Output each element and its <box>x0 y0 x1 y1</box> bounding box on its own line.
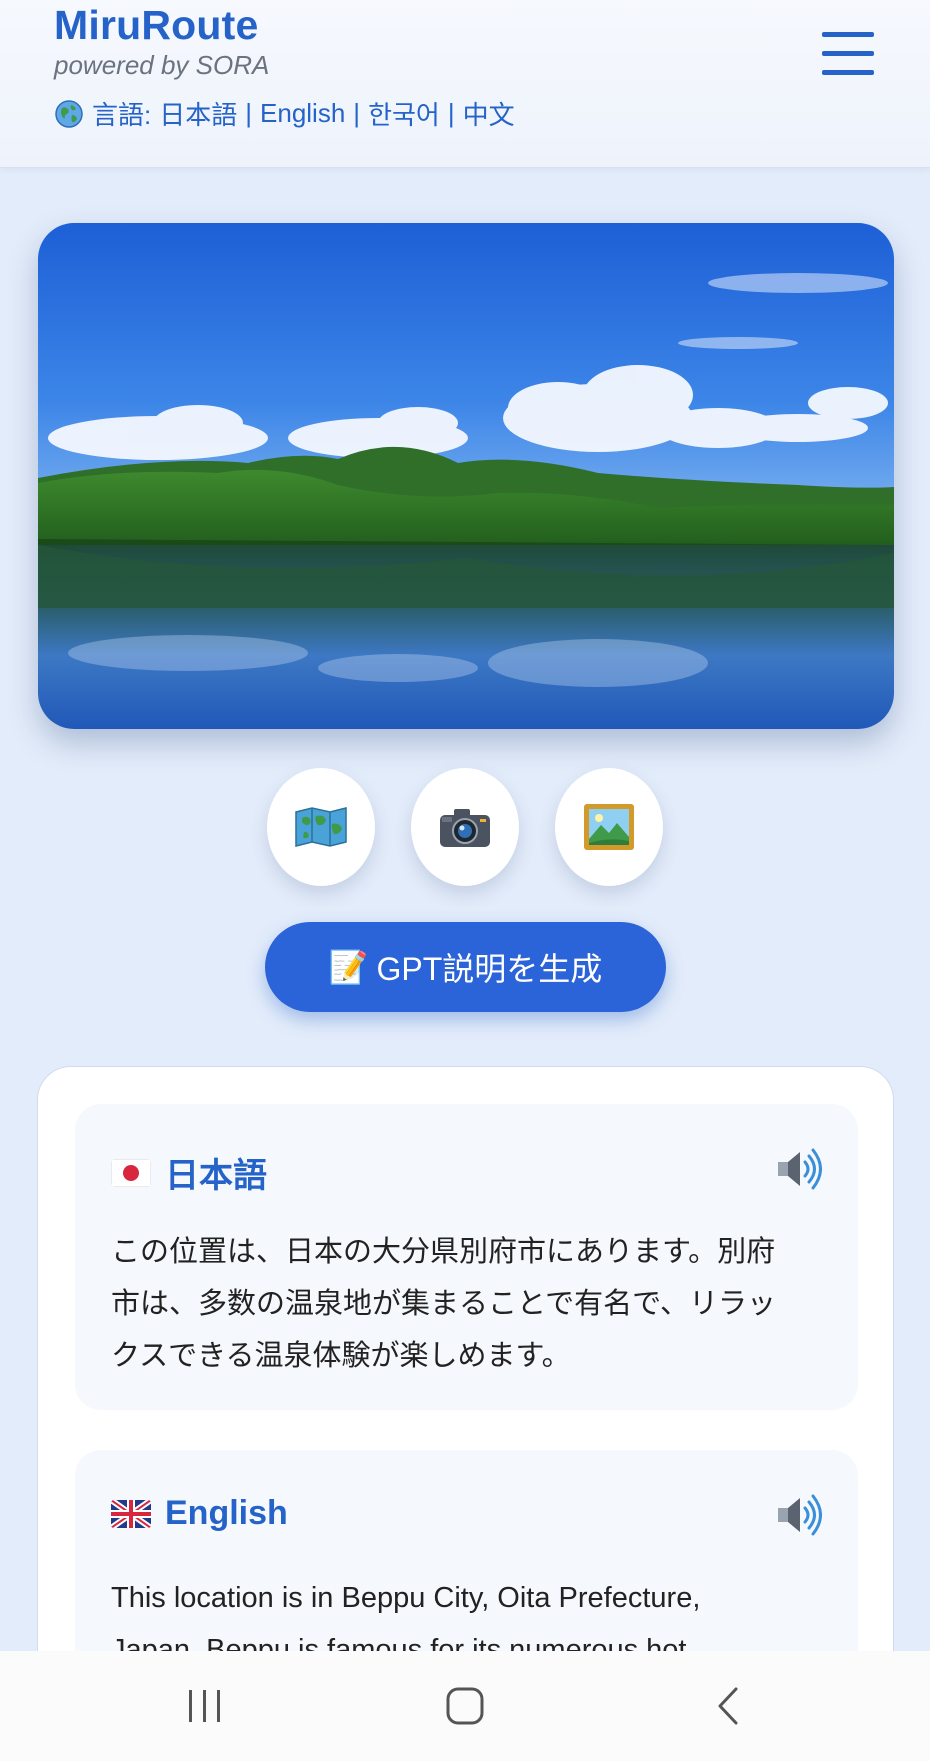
picture-icon <box>584 804 634 850</box>
language-option-japanese[interactable]: 日本語 <box>159 95 237 132</box>
hamburger-menu-icon[interactable] <box>822 32 874 84</box>
camera-button[interactable] <box>411 768 519 886</box>
globe-icon <box>55 99 83 128</box>
gallery-button[interactable] <box>555 768 663 886</box>
memo-icon: 📝 <box>328 949 369 985</box>
generate-button-label: GPT説明を生成 <box>376 951 603 987</box>
back-button[interactable] <box>672 1651 782 1761</box>
uk-flag-icon <box>111 1499 151 1528</box>
english-panel-title: English <box>165 1494 288 1532</box>
speaker-icon[interactable] <box>772 1490 822 1540</box>
app-subtitle: powered by SORA <box>54 50 270 80</box>
speaker-icon[interactable] <box>772 1144 822 1194</box>
japanese-panel-title: 日本語 <box>165 1157 267 1195</box>
generate-gpt-description-button[interactable]: 📝 GPT説明を生成 <box>265 922 666 1012</box>
hero-landscape-image <box>38 223 894 729</box>
language-option-chinese[interactable]: 中文 <box>463 95 515 132</box>
recent-apps-icon <box>189 1690 220 1722</box>
japan-flag-icon <box>111 1158 151 1187</box>
back-icon <box>718 1687 738 1725</box>
japanese-description-text: この位置は、日本の大分県別府市にあります。別府 市は、多数の温泉地が集まることで… <box>111 1236 776 1372</box>
camera-icon <box>440 809 490 847</box>
language-selector: 言語: 日本語 | English | 한국어 | 中文 <box>54 95 515 132</box>
language-option-korean[interactable]: 한국어 <box>368 95 440 132</box>
map-icon <box>295 807 347 847</box>
map-button[interactable] <box>267 768 375 886</box>
app-header: MiruRoute powered by SORA 言語: 日本語 | Engl… <box>0 0 930 168</box>
recent-apps-button[interactable] <box>150 1651 260 1761</box>
japanese-description-panel: 日本語 この位置は、日本の大分県別府市にあります。別府 市は、多数の温泉地が集ま… <box>75 1104 858 1410</box>
home-button[interactable] <box>410 1651 520 1761</box>
home-icon <box>446 1687 484 1725</box>
system-navigation-bar <box>0 1651 930 1761</box>
app-title: MiruRoute <box>54 2 259 48</box>
language-option-english[interactable]: English <box>260 98 345 129</box>
language-label: 言語: <box>92 100 152 130</box>
